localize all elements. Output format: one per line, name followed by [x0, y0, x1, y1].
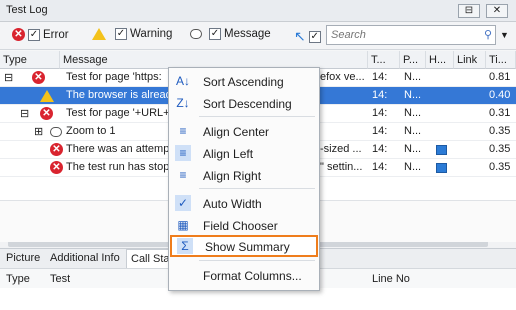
- row-message: Zoom to 1: [66, 125, 116, 137]
- column-header-t[interactable]: T...: [368, 51, 400, 69]
- row-p: N...: [404, 89, 422, 101]
- collapse-icon[interactable]: ⊟: [20, 107, 29, 120]
- warning-filter[interactable]: ✓ Warning: [92, 28, 172, 40]
- expand-icon[interactable]: ⊞: [34, 125, 43, 138]
- row-time: 14:: [372, 107, 388, 119]
- tab-additional-info[interactable]: Additional Info: [46, 252, 124, 264]
- menu-item-auto-width[interactable]: ✓ Auto Width: [170, 192, 318, 214]
- column-header-p[interactable]: P...: [400, 51, 426, 69]
- column-header-test[interactable]: Test: [50, 273, 70, 285]
- toolbar: ✕ ✓ Error ✓ Warning ✓ Message ↖ ✓ ⚲ ▼: [0, 22, 516, 50]
- row-duration: 0.35: [489, 125, 511, 137]
- menu-item-field-chooser[interactable]: ▦ Field Chooser: [170, 214, 318, 236]
- warning-icon: [40, 90, 54, 102]
- row-time: 14:: [372, 71, 388, 83]
- row-duration: 0.31: [489, 107, 511, 119]
- row-message-tail: " settin...: [320, 161, 363, 173]
- row-p: N...: [404, 143, 422, 155]
- row-p: N...: [404, 107, 422, 119]
- column-header-link[interactable]: Link: [454, 51, 486, 69]
- tab-picture[interactable]: Picture: [2, 252, 44, 264]
- message-label: Message: [224, 28, 271, 40]
- message-checkbox[interactable]: ✓: [209, 28, 221, 40]
- align-left-icon: ≡: [175, 145, 191, 161]
- row-message: Test for page '+URL+: [66, 107, 170, 119]
- menu-item-format-columns[interactable]: Format Columns...: [170, 264, 318, 286]
- row-p: N...: [404, 161, 422, 173]
- picture-icon[interactable]: [436, 145, 447, 155]
- search-box[interactable]: ⚲: [326, 25, 496, 45]
- row-message: There was an attemp: [66, 143, 170, 155]
- sort-descending-icon: Z↓: [176, 96, 190, 110]
- row-time: 14:: [372, 89, 388, 101]
- window-title: Test Log: [6, 4, 48, 16]
- menu-separator: [199, 116, 315, 117]
- error-checkbox[interactable]: ✓: [28, 28, 40, 41]
- column-header-line-no[interactable]: Line No: [372, 273, 410, 285]
- row-p: N...: [404, 71, 422, 83]
- collapse-icon[interactable]: ⊟: [4, 71, 13, 84]
- cursor-filter[interactable]: ↖ ✓: [294, 28, 321, 45]
- cursor-icon: ↖: [294, 28, 306, 44]
- column-header-type[interactable]: Type: [6, 273, 30, 285]
- menu-separator: [199, 260, 315, 261]
- warning-label: Warning: [130, 28, 173, 40]
- search-icon[interactable]: ⚲: [484, 28, 492, 41]
- cursor-checkbox[interactable]: ✓: [308, 30, 321, 43]
- error-icon: ✕: [12, 28, 25, 41]
- search-dropdown-icon[interactable]: ▼: [500, 25, 512, 45]
- menu-item-show-summary[interactable]: Σ Show Summary: [170, 235, 318, 257]
- column-header-h[interactable]: H...: [426, 51, 454, 69]
- menu-item-align-center[interactable]: ≡ Align Center: [170, 120, 318, 142]
- align-right-icon: ≡: [179, 168, 187, 182]
- row-message: The test run has stop: [66, 161, 170, 173]
- error-icon: ✕: [40, 107, 53, 120]
- row-message-tail: -sized ...: [320, 143, 362, 155]
- title-bar: Test Log ⊟ ✕: [0, 0, 516, 22]
- row-duration: 0.40: [489, 89, 511, 101]
- menu-separator: [199, 188, 315, 189]
- error-icon: ✕: [50, 143, 63, 156]
- check-icon: ✓: [175, 195, 191, 211]
- row-time: 14:: [372, 161, 388, 173]
- row-duration: 0.81: [489, 71, 511, 83]
- column-header-time[interactable]: Ti...: [486, 51, 516, 69]
- row-message-tail: efox ve...: [320, 71, 365, 83]
- align-center-icon: ≡: [179, 124, 187, 138]
- sort-ascending-icon: A↓: [175, 74, 190, 88]
- warning-icon: [92, 28, 106, 40]
- error-icon: ✕: [32, 71, 45, 84]
- warning-checkbox[interactable]: ✓: [115, 28, 127, 40]
- call-stack-area: [0, 288, 516, 310]
- column-header-type[interactable]: Type: [0, 51, 60, 69]
- menu-item-align-right[interactable]: ≡ Align Right: [170, 164, 318, 186]
- picture-icon[interactable]: [436, 163, 447, 173]
- pin-button[interactable]: ⊟: [458, 4, 480, 18]
- error-label: Error: [43, 28, 69, 41]
- row-message: The browser is alread: [66, 89, 172, 101]
- close-button[interactable]: ✕: [486, 4, 508, 18]
- menu-item-align-left[interactable]: ≡ Align Left: [170, 142, 318, 164]
- message-icon: [50, 127, 62, 137]
- field-chooser-icon: ▦: [177, 218, 189, 232]
- context-menu: A↓ Sort Ascending Z↓ Sort Descending ≡ A…: [168, 67, 320, 291]
- sigma-icon: Σ: [177, 238, 193, 254]
- menu-item-sort-ascending[interactable]: A↓ Sort Ascending: [170, 70, 318, 92]
- row-message: Test for page 'https:: [66, 71, 162, 83]
- menu-item-sort-descending[interactable]: Z↓ Sort Descending: [170, 92, 318, 114]
- error-icon: ✕: [50, 161, 63, 174]
- message-filter[interactable]: ✓ Message: [190, 28, 271, 40]
- row-p: N...: [404, 125, 422, 137]
- row-duration: 0.35: [489, 161, 511, 173]
- row-duration: 0.35: [489, 143, 511, 155]
- row-time: 14:: [372, 125, 388, 137]
- search-input[interactable]: [327, 26, 467, 44]
- error-filter[interactable]: ✕ ✓ Error: [12, 28, 69, 41]
- message-icon: [190, 29, 202, 39]
- row-time: 14:: [372, 143, 388, 155]
